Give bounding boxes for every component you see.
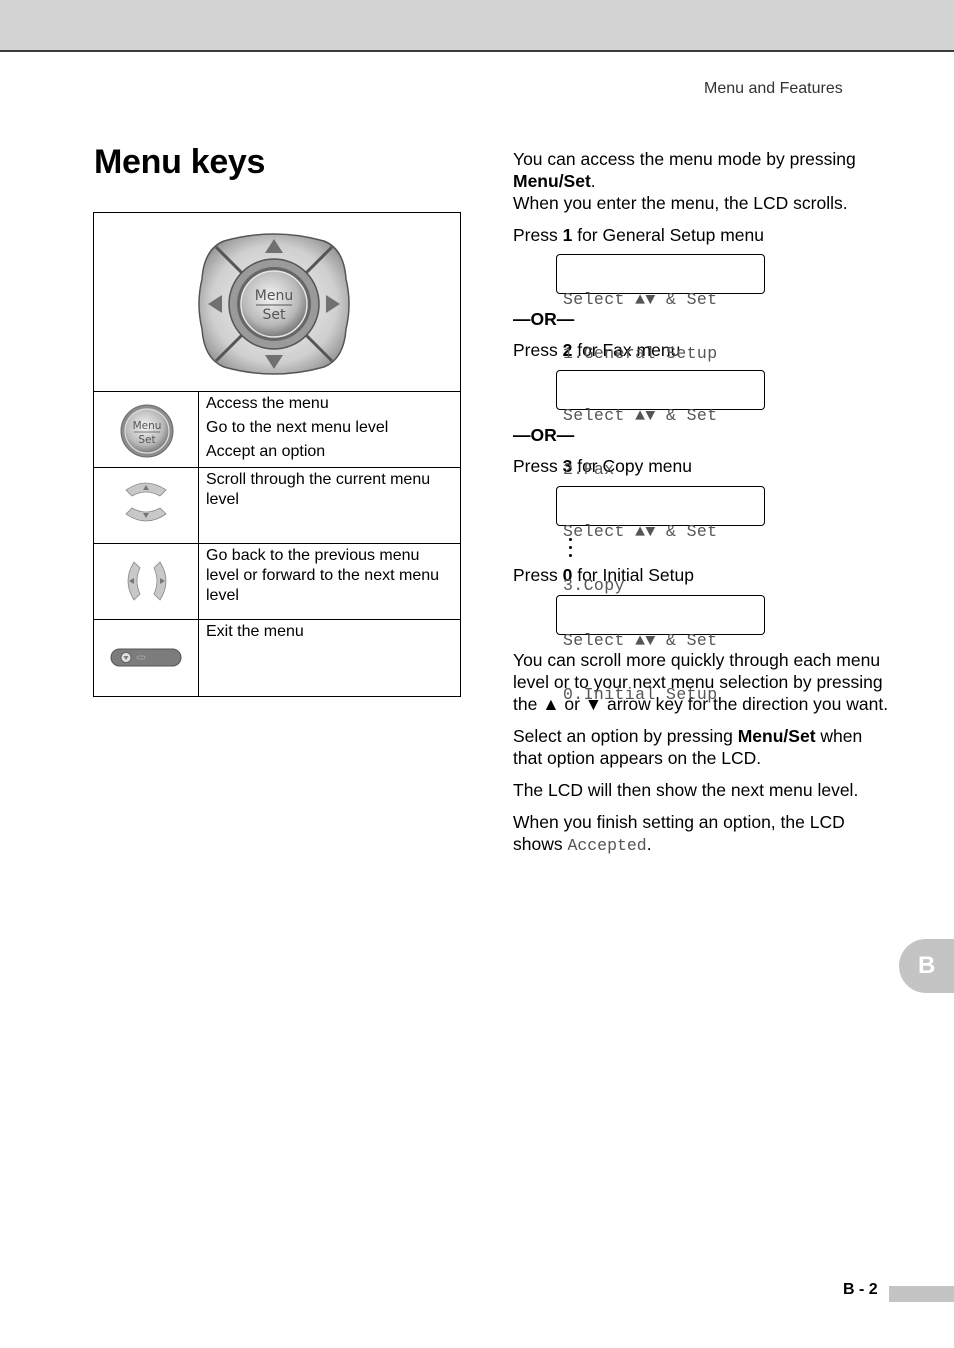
menu-set-button-icon: Menu Set xyxy=(120,404,174,458)
running-head: Menu and Features xyxy=(704,80,843,97)
chapter-tab: B xyxy=(899,939,954,993)
page-number: B - 2 xyxy=(843,1281,878,1298)
table-row: Scroll through the current menu level xyxy=(94,468,460,544)
accepted-lcd-text: Accepted xyxy=(567,836,647,855)
menu-keys-table: Menu Set Menu Set Access the menu Go to … xyxy=(93,212,461,697)
header-band xyxy=(0,0,954,52)
lcd-line-2: 1.General Setup xyxy=(563,344,718,363)
intro-text-2: When you enter the menu, the LCD scrolls… xyxy=(513,193,848,213)
row-text-line: level xyxy=(206,587,239,604)
intro-text: You can access the menu mode by pressing… xyxy=(513,149,856,191)
table-row: Menu Set Access the menu Go to the next … xyxy=(94,392,460,468)
row-text-line: level or forward to the next menu xyxy=(206,567,440,584)
row-text-line: Exit the menu xyxy=(206,623,304,640)
svg-text:Menu: Menu xyxy=(133,420,162,432)
lcd-display: Select ▲▼ & Set 1.General Setup xyxy=(556,254,765,363)
lcd-display: Select ▲▼ & Set 3.Copy xyxy=(556,486,765,595)
table-row: Exit the menu xyxy=(94,620,460,696)
row-text-line: level xyxy=(206,491,239,508)
lcd-display: Select ▲▼ & Set 0.Initial Setup xyxy=(556,595,765,704)
row-text-line: Scroll through the current menu xyxy=(206,471,431,488)
lcd-line-2: 3.Copy xyxy=(563,576,625,595)
left-right-arrow-keys-icon xyxy=(127,561,167,601)
step-instruction: Press 1 for General Setup menu xyxy=(513,225,764,245)
control-panel-illustration: Menu Set xyxy=(94,213,460,392)
next-level-paragraph: The LCD will then show the next menu lev… xyxy=(513,780,859,800)
lcd-line-2: 0.Initial Setup xyxy=(563,685,718,704)
dpad-icon: Menu Set xyxy=(198,233,350,375)
lcd-line-2: 2.Fax xyxy=(563,460,615,479)
footer-bar xyxy=(889,1286,954,1302)
dpad-set-label: Set xyxy=(263,307,287,323)
row-text-line: Go back to the previous menu xyxy=(206,547,420,564)
page-title: Menu keys xyxy=(94,143,266,181)
row-text-line: Access the menu xyxy=(206,395,329,412)
up-down-arrow-keys-icon xyxy=(125,482,167,522)
stop-exit-button-icon xyxy=(110,648,182,667)
row-text-line: Go to the next menu level xyxy=(206,419,389,436)
row-text-line: Accept an option xyxy=(206,443,326,460)
finish-paragraph: When you finish setting an option, the L… xyxy=(513,812,845,855)
lcd-line-1: Select ▲▼ & Set xyxy=(563,522,718,541)
lcd-line-1: Select ▲▼ & Set xyxy=(563,406,718,425)
instructions-column: You can access the menu mode by pressing… xyxy=(513,148,893,857)
lcd-line-1: Select ▲▼ & Set xyxy=(563,290,718,309)
table-row: Go back to the previous menu level or fo… xyxy=(94,544,460,620)
lcd-line-1: Select ▲▼ & Set xyxy=(563,631,718,650)
svg-text:Set: Set xyxy=(138,434,155,446)
dpad-menu-label: Menu xyxy=(255,288,293,304)
lcd-display: Select ▲▼ & Set 2.Fax xyxy=(556,370,765,479)
